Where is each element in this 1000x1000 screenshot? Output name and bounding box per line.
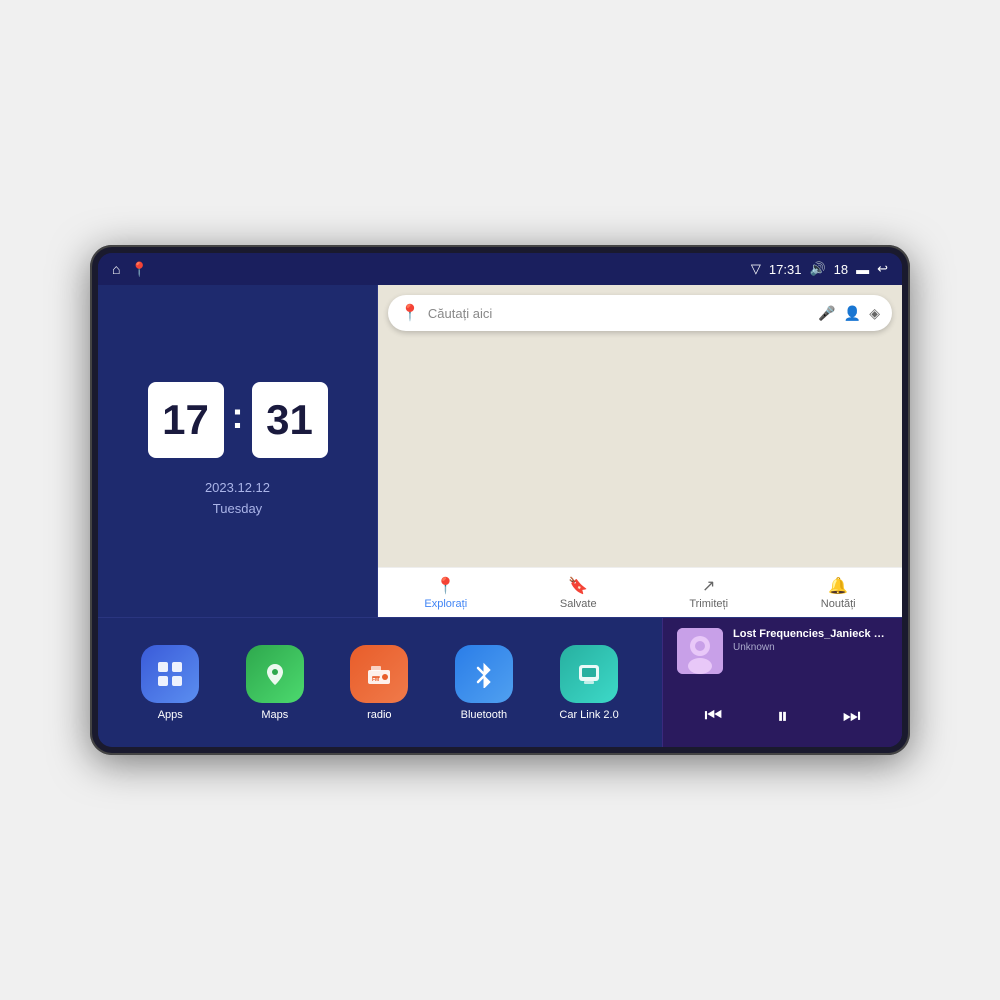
app-icons-section: Apps Maps	[98, 618, 662, 747]
app-icon-maps[interactable]: Maps	[246, 645, 304, 721]
next-button[interactable]: ⏭	[835, 701, 869, 732]
clock-separator: :	[232, 395, 244, 437]
signal-icon: ▽	[751, 261, 761, 277]
map-nav-news-label: Noutăți	[821, 598, 856, 610]
apps-icon	[155, 659, 185, 689]
status-bar: ⌂ 📍 ▽ 17:31 🔊 18 ▬ ↩	[98, 253, 902, 285]
news-icon: 🔔	[828, 576, 848, 596]
radio-icon-bg: FM	[350, 645, 408, 703]
clock-date: 2023.12.12 Tuesday	[205, 478, 270, 520]
map-bottom-bar: 📍 Explorați 🔖 Salvate ↗ Trimiteți 🔔	[378, 567, 902, 617]
music-player: Lost Frequencies_Janieck Devy-... Unknow…	[662, 618, 902, 747]
map-nav-share[interactable]: ↗ Trimiteți	[689, 576, 728, 610]
explore-icon: 📍	[436, 576, 456, 596]
maps-icon	[260, 659, 290, 689]
layers-icon[interactable]: ◈	[869, 305, 880, 322]
app-icon-apps[interactable]: Apps	[141, 645, 199, 721]
carlink-icon-bg	[560, 645, 618, 703]
maps-nav-icon[interactable]: 📍	[130, 261, 147, 278]
radio-label: radio	[367, 709, 391, 721]
home-icon[interactable]: ⌂	[112, 261, 120, 277]
clock-hours: 17	[148, 382, 224, 458]
svg-text:FM: FM	[372, 677, 379, 683]
app-icon-carlink[interactable]: Car Link 2.0	[559, 645, 618, 721]
battery-icon: ▬	[856, 262, 869, 277]
app-icon-bluetooth[interactable]: Bluetooth	[455, 645, 513, 721]
battery-level: 18	[834, 262, 848, 277]
app-icon-radio[interactable]: FM radio	[350, 645, 408, 721]
map-search-icons: 🎤 👤 ◈	[818, 305, 880, 322]
screen: ⌂ 📍 ▽ 17:31 🔊 18 ▬ ↩ 17 :	[98, 253, 902, 747]
maps-icon-bg	[246, 645, 304, 703]
bottom-row: Apps Maps	[98, 617, 902, 747]
map-nav-saved[interactable]: 🔖 Salvate	[560, 576, 597, 610]
mic-icon[interactable]: 🎤	[818, 305, 835, 322]
account-icon[interactable]: 👤	[844, 305, 861, 322]
clock-display: 17 : 31	[148, 382, 328, 458]
maps-label: Maps	[261, 709, 288, 721]
album-art-image	[677, 628, 723, 674]
top-row: 17 : 31 2023.12.12 Tuesday 📍 Căutați aic…	[98, 285, 902, 617]
play-pause-button[interactable]: ⏸	[769, 699, 796, 733]
status-left: ⌂ 📍	[112, 261, 148, 278]
bluetooth-icon-bg	[455, 645, 513, 703]
map-nav-explore-label: Explorați	[424, 598, 467, 610]
carlink-icon	[574, 659, 604, 689]
map-search-bar[interactable]: 📍 Căutați aici 🎤 👤 ◈	[388, 295, 892, 331]
time-display: 17:31	[769, 262, 802, 277]
status-right: ▽ 17:31 🔊 18 ▬ ↩	[751, 261, 888, 277]
map-nav-explore[interactable]: 📍 Explorați	[424, 576, 467, 610]
map-pin-icon: 📍	[400, 303, 420, 323]
main-content: 17 : 31 2023.12.12 Tuesday 📍 Căutați aic…	[98, 285, 902, 747]
map-nav-saved-label: Salvate	[560, 598, 597, 610]
volume-icon: 🔊	[809, 261, 825, 277]
device-shell: ⌂ 📍 ▽ 17:31 🔊 18 ▬ ↩ 17 :	[90, 245, 910, 755]
carlink-label: Car Link 2.0	[559, 709, 618, 721]
clock-widget: 17 : 31 2023.12.12 Tuesday	[98, 285, 378, 617]
album-art	[677, 628, 723, 674]
radio-icon: FM	[363, 658, 395, 690]
map-nav-news[interactable]: 🔔 Noutăți	[821, 576, 856, 610]
apps-label: Apps	[158, 709, 183, 721]
clock-minutes: 31	[252, 382, 328, 458]
music-title: Lost Frequencies_Janieck Devy-...	[733, 628, 888, 640]
saved-icon: 🔖	[568, 576, 588, 596]
music-controls: ⏮ ⏸ ⏭	[677, 695, 888, 737]
share-icon: ↗	[702, 576, 715, 596]
bluetooth-label: Bluetooth	[461, 709, 507, 721]
bluetooth-icon	[470, 660, 498, 688]
music-artist: Unknown	[733, 642, 888, 653]
apps-icon-bg	[141, 645, 199, 703]
music-top: Lost Frequencies_Janieck Devy-... Unknow…	[677, 628, 888, 674]
map-search-text[interactable]: Căutați aici	[428, 306, 810, 321]
back-icon[interactable]: ↩	[877, 261, 888, 277]
prev-button[interactable]: ⏮	[696, 701, 730, 732]
music-info: Lost Frequencies_Janieck Devy-... Unknow…	[733, 628, 888, 653]
map-nav-share-label: Trimiteți	[689, 598, 728, 610]
map-widget[interactable]: 📍 Căutați aici 🎤 👤 ◈	[378, 285, 902, 617]
